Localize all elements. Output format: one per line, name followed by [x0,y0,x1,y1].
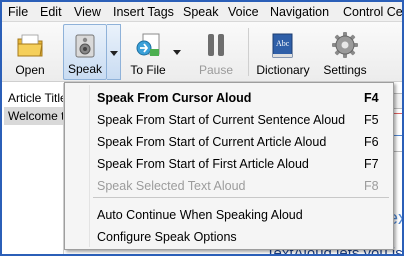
settings-label: Settings [323,63,367,77]
menu-item-label: Speak Selected Text Aloud [97,179,246,193]
menu-item-shortcut: F7 [364,157,379,171]
speaker-icon [75,34,95,58]
article-list-panel: Article Title Welcome to [2,83,64,254]
svg-text:Abc: Abc [276,39,290,48]
toolbar: Open Speak To File Pause Abc Dictionary … [2,22,402,82]
menu-voice[interactable]: Voice [228,4,259,20]
menu-navigation[interactable]: Navigation [270,4,329,20]
gear-icon [332,32,358,58]
menu-insert-tags[interactable]: Insert Tags [113,4,174,20]
pause-icon [208,34,224,56]
speak-dropdown-menu: Speak From Cursor Aloud F4 Speak From St… [64,82,394,250]
menu-edit[interactable]: Edit [40,4,62,20]
menu-item-shortcut: F6 [364,135,379,149]
dictionary-book-icon: Abc [272,33,293,58]
menu-item-label: Auto Continue When Speaking Aloud [97,208,303,222]
editor-tab[interactable] [393,93,402,109]
list-item[interactable]: Welcome to [4,107,63,125]
open-button[interactable]: Open [8,24,52,80]
folder-icon [17,34,43,57]
app-window: File Edit View Insert Tags Speak Voice N… [0,0,404,256]
open-label: Open [15,63,45,77]
settings-button[interactable]: Settings [320,24,370,80]
menu-item-label: Speak From Cursor Aloud [97,91,252,105]
menu-view[interactable]: View [74,4,101,20]
menu-item-label: Speak From Start of Current Article Alou… [97,135,327,149]
menu-item-auto-continue[interactable]: Auto Continue When Speaking Aloud [65,204,393,226]
speak-label: Speak [67,62,103,76]
save-to-file-icon [136,33,160,56]
article-title-header[interactable]: Article Title [8,91,63,105]
menu-item-label: Speak From Start of First Article Aloud [97,157,309,171]
menu-item-speak-from-sentence[interactable]: Speak From Start of Current Sentence Alo… [65,109,393,131]
to-file-button[interactable]: To File [126,24,170,80]
pause-button[interactable]: Pause [194,24,238,80]
dictionary-button[interactable]: Abc Dictionary [254,24,312,80]
menu-item-shortcut: F4 [364,91,379,105]
chevron-down-icon [110,51,118,56]
menu-control-center[interactable]: Control Cen [343,4,402,20]
speak-dropdown-button[interactable] [107,24,121,80]
menu-item-label: Configure Speak Options [97,230,237,244]
menu-item-speak-from-first-article[interactable]: Speak From Start of First Article Aloud … [65,153,393,175]
menu-item-label: Speak From Start of Current Sentence Alo… [97,113,346,127]
menu-item-speak-selected-text[interactable]: Speak Selected Text Aloud F8 [65,175,393,197]
menu-file[interactable]: File [8,4,28,20]
menu-bar: File Edit View Insert Tags Speak Voice N… [2,2,402,22]
pause-label: Pause [198,63,234,77]
toolbar-separator [248,28,249,76]
to-file-dropdown-button[interactable] [170,24,184,80]
speak-button[interactable]: Speak [63,24,107,80]
menu-item-speak-from-current-article[interactable]: Speak From Start of Current Article Alou… [65,131,393,153]
to-file-label: To File [130,63,166,77]
menu-item-speak-from-cursor[interactable]: Speak From Cursor Aloud F4 [65,87,393,109]
menu-separator [93,197,389,198]
menu-speak[interactable]: Speak [183,4,218,20]
menu-item-shortcut: F8 [364,179,379,193]
dictionary-label: Dictionary [256,63,310,77]
menu-item-shortcut: F5 [364,113,379,127]
menu-item-configure-speak-options[interactable]: Configure Speak Options [65,226,393,248]
chevron-down-icon [173,50,181,55]
